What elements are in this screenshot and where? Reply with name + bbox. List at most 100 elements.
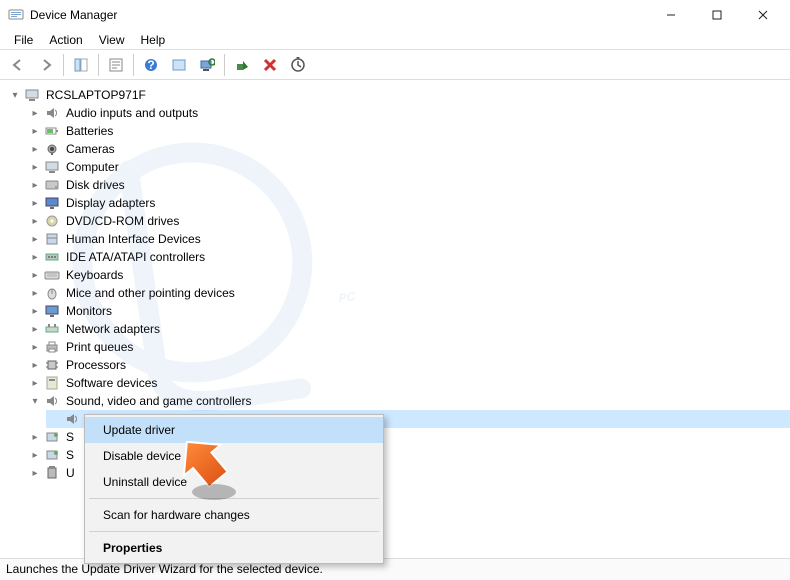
- tree-category[interactable]: ▸ Audio inputs and outputs: [26, 104, 790, 122]
- help-button[interactable]: ?: [139, 53, 163, 77]
- toolbar: ?: [0, 50, 790, 80]
- chevron-right-icon[interactable]: ▸: [28, 288, 42, 299]
- chevron-right-icon[interactable]: ▸: [28, 324, 42, 335]
- back-button[interactable]: [6, 53, 30, 77]
- ctx-disable-device[interactable]: Disable device: [85, 443, 383, 469]
- tree-category[interactable]: ▸Monitors: [26, 302, 790, 320]
- minimize-button[interactable]: [648, 0, 694, 30]
- update-driver-button[interactable]: [286, 53, 310, 77]
- action-icon-button[interactable]: [167, 53, 191, 77]
- chevron-right-icon[interactable]: ▸: [28, 468, 42, 479]
- scan-hardware-button[interactable]: [195, 53, 219, 77]
- tree-category[interactable]: ▸Display adapters: [26, 194, 790, 212]
- enable-device-button[interactable]: [230, 53, 254, 77]
- tree-category[interactable]: ▸ Network adapters: [26, 320, 790, 338]
- close-button[interactable]: [740, 0, 786, 30]
- toolbar-separator: [98, 54, 99, 76]
- tree-category[interactable]: ▸Computer: [26, 158, 790, 176]
- display-icon: [44, 195, 60, 211]
- titlebar: Device Manager: [0, 0, 790, 30]
- tree-category[interactable]: ▸Processors: [26, 356, 790, 374]
- statusbar-text: Launches the Update Driver Wizard for th…: [6, 562, 323, 576]
- speaker-icon: [44, 393, 60, 409]
- chevron-down-icon[interactable]: ▾: [8, 90, 22, 101]
- tree-category-label: Software devices: [62, 376, 157, 390]
- forward-button[interactable]: [34, 53, 58, 77]
- ctx-properties[interactable]: Properties: [85, 535, 383, 561]
- ctx-separator: [89, 531, 379, 532]
- system-icon: [44, 429, 60, 445]
- menu-file[interactable]: File: [6, 31, 41, 49]
- hid-icon: [44, 231, 60, 247]
- tree-category[interactable]: ▾Sound, video and game controllers: [26, 392, 790, 410]
- chevron-right-icon[interactable]: ▸: [28, 342, 42, 353]
- toolbar-separator: [63, 54, 64, 76]
- uninstall-device-button[interactable]: [258, 53, 282, 77]
- ctx-scan-hardware[interactable]: Scan for hardware changes: [85, 502, 383, 528]
- tree-category-label: S: [62, 430, 74, 444]
- tree-category[interactable]: ▸Mice and other pointing devices: [26, 284, 790, 302]
- tree-category[interactable]: ▸ Software devices: [26, 374, 790, 392]
- tree-category[interactable]: ▸DVD/CD-ROM drives: [26, 212, 790, 230]
- tree-category[interactable]: ▸Batteries: [26, 122, 790, 140]
- chevron-right-icon[interactable]: ▸: [28, 252, 42, 263]
- tree-category[interactable]: ▸ Keyboards: [26, 266, 790, 284]
- mouse-icon: [44, 285, 60, 301]
- svg-text:?: ?: [147, 58, 154, 72]
- ide-icon: [44, 249, 60, 265]
- tree-category-label: Keyboards: [62, 268, 123, 282]
- ctx-update-driver[interactable]: Update driver: [85, 417, 383, 443]
- menu-view[interactable]: View: [91, 31, 133, 49]
- maximize-button[interactable]: [694, 0, 740, 30]
- properties-button[interactable]: [104, 53, 128, 77]
- chevron-down-icon[interactable]: ▾: [28, 396, 42, 407]
- chevron-right-icon[interactable]: ▸: [28, 378, 42, 389]
- tree-category-label: Audio inputs and outputs: [62, 106, 198, 120]
- usb-icon: [44, 465, 60, 481]
- ctx-scan-hardware-label: Scan for hardware changes: [103, 508, 250, 522]
- chevron-right-icon[interactable]: ▸: [28, 144, 42, 155]
- chevron-right-icon[interactable]: ▸: [28, 360, 42, 371]
- chevron-right-icon[interactable]: ▸: [28, 270, 42, 281]
- keyboard-icon: [44, 267, 60, 283]
- ctx-properties-label: Properties: [103, 541, 162, 555]
- chevron-right-icon[interactable]: ▸: [28, 432, 42, 443]
- tree-category-label: U: [62, 466, 75, 480]
- tree-category-label: IDE ATA/ATAPI controllers: [62, 250, 205, 264]
- chevron-right-icon[interactable]: ▸: [28, 234, 42, 245]
- tree-category[interactable]: ▸ Cameras: [26, 140, 790, 158]
- tree-category-label: Print queues: [62, 340, 133, 354]
- chevron-right-icon[interactable]: ▸: [28, 162, 42, 173]
- tree-category[interactable]: ▸ IDE ATA/ATAPI controllers: [26, 248, 790, 266]
- menubar: File Action View Help: [0, 30, 790, 50]
- ctx-uninstall-device-label: Uninstall device: [103, 475, 187, 489]
- chevron-right-icon[interactable]: ▸: [28, 180, 42, 191]
- computer-icon: [24, 87, 40, 103]
- chevron-right-icon[interactable]: ▸: [28, 108, 42, 119]
- show-hide-tree-button[interactable]: [69, 53, 93, 77]
- chevron-right-icon[interactable]: ▸: [28, 126, 42, 137]
- menu-action[interactable]: Action: [41, 31, 90, 49]
- software-icon: [44, 375, 60, 391]
- computer-icon: [44, 159, 60, 175]
- toolbar-separator: [133, 54, 134, 76]
- tree-category[interactable]: ▸ Print queues: [26, 338, 790, 356]
- ctx-separator: [89, 498, 379, 499]
- toolbar-separator: [224, 54, 225, 76]
- chevron-right-icon[interactable]: ▸: [28, 198, 42, 209]
- ctx-uninstall-device[interactable]: Uninstall device: [85, 469, 383, 495]
- tree-category[interactable]: ▸ Disk drives: [26, 176, 790, 194]
- network-icon: [44, 321, 60, 337]
- tree-root-node[interactable]: ▾ RCSLAPTOP971F: [6, 86, 790, 104]
- ctx-update-driver-label: Update driver: [103, 423, 175, 437]
- chevron-right-icon[interactable]: ▸: [28, 450, 42, 461]
- monitor-icon: [44, 303, 60, 319]
- chevron-right-icon[interactable]: ▸: [28, 216, 42, 227]
- tree-category-label: Cameras: [62, 142, 115, 156]
- tree-category-label: Disk drives: [62, 178, 125, 192]
- tree-category-label: Network adapters: [62, 322, 160, 336]
- menu-help[interactable]: Help: [133, 31, 174, 49]
- tree-category[interactable]: ▸ Human Interface Devices: [26, 230, 790, 248]
- chevron-right-icon[interactable]: ▸: [28, 306, 42, 317]
- tree-category-label: Human Interface Devices: [62, 232, 201, 246]
